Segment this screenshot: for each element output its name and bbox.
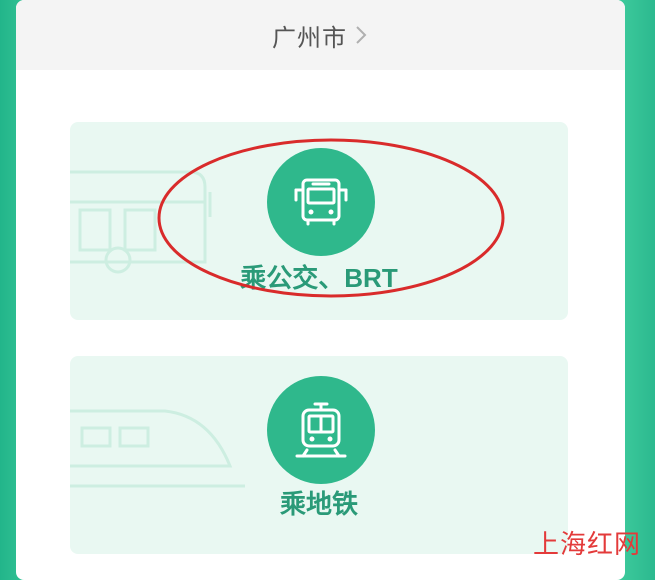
watermark-text: 上海红网 xyxy=(532,530,641,560)
metro-icon-circle xyxy=(267,376,375,484)
metro-label: 乘地铁 xyxy=(279,489,358,519)
city-selector[interactable]: 广州市 xyxy=(272,18,369,53)
metro-icon xyxy=(295,402,347,458)
bus-icon-circle xyxy=(267,148,375,256)
city-header: 广州市 xyxy=(16,0,625,70)
city-name: 广州市 xyxy=(272,24,347,52)
chevron-right-icon xyxy=(356,26,367,44)
bus-brt-option[interactable]: 乘公交、BRT xyxy=(70,122,568,320)
bus-brt-label: 乘公交、BRT xyxy=(240,263,398,293)
transit-card: 广州市 乘公交、BRT 乘地铁 xyxy=(16,0,625,580)
bus-icon xyxy=(294,178,348,226)
metro-option[interactable]: 乘地铁 xyxy=(70,356,568,554)
